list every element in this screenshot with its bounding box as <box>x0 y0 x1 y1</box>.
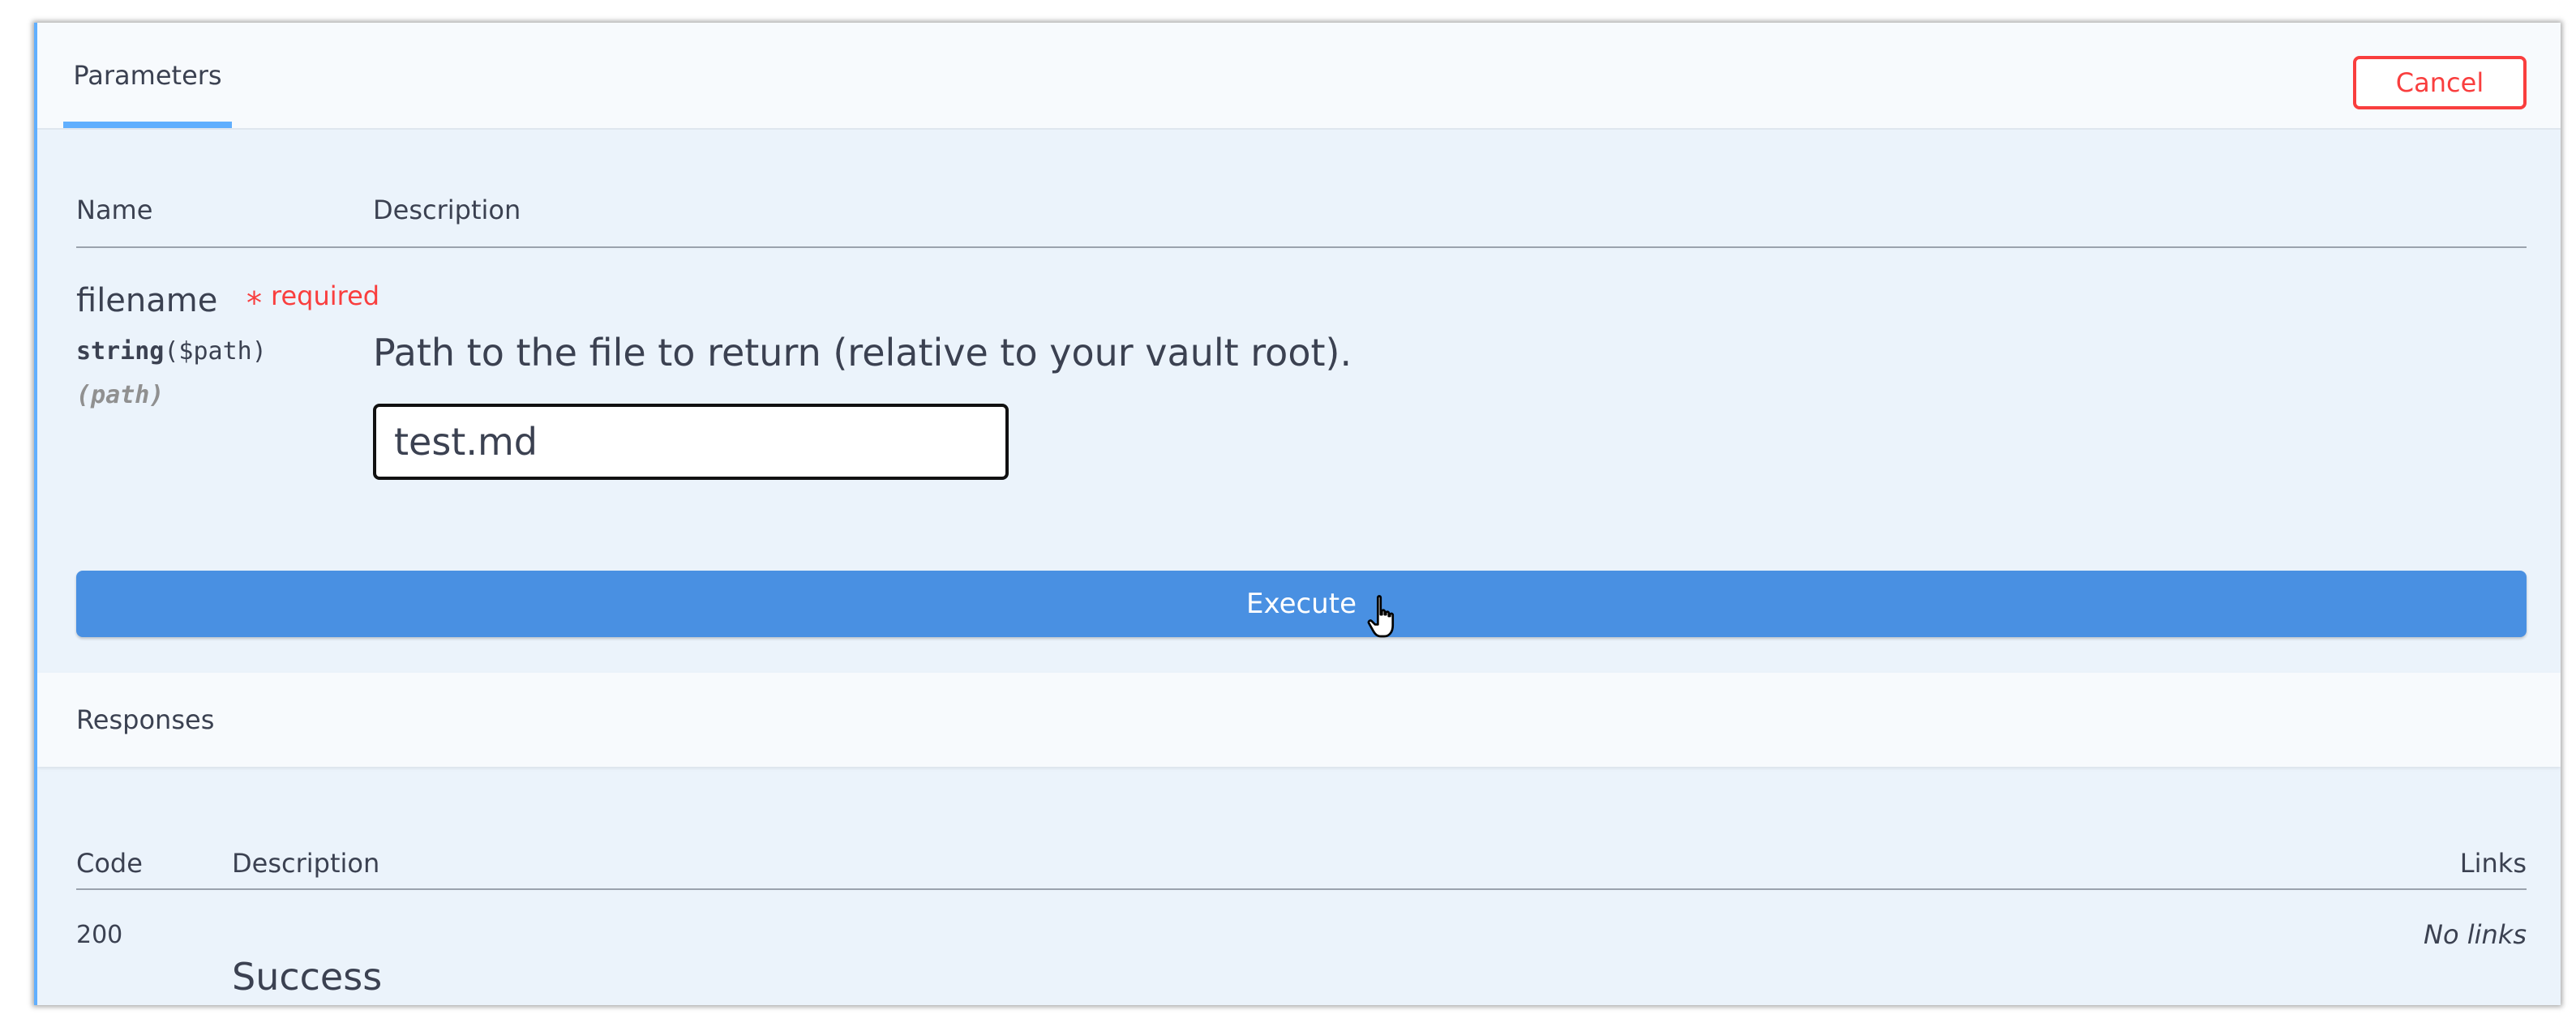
responses-header-description: Description <box>232 848 380 879</box>
parameter-format: ($path) <box>164 337 267 366</box>
parameter-description: Path to the file to return (relative to … <box>373 331 1352 374</box>
cancel-button[interactable]: Cancel <box>2353 56 2527 109</box>
hand-pointer-icon <box>1367 595 1395 638</box>
response-description: Success <box>232 955 383 999</box>
responses-title: Responses <box>76 704 215 735</box>
parameters-header-name: Name <box>76 195 153 225</box>
responses-header-links: Links <box>2459 848 2527 879</box>
parameter-location: (path) <box>76 381 165 409</box>
required-asterisk: * <box>246 285 262 321</box>
filename-input[interactable] <box>373 404 1009 480</box>
parameters-header-divider <box>76 246 2527 248</box>
response-links: No links <box>2424 919 2527 950</box>
tab-parameters[interactable]: Parameters <box>63 23 232 128</box>
responses-section-header: Responses <box>37 673 2561 767</box>
responses-header-code: Code <box>76 848 143 879</box>
parameter-type-name: string <box>76 337 165 366</box>
responses-header-divider <box>76 888 2527 890</box>
response-code: 200 <box>76 921 123 949</box>
execute-button[interactable]: Execute <box>76 571 2527 637</box>
parameters-header-description: Description <box>373 195 521 225</box>
required-label: required <box>271 280 380 311</box>
parameters-tab-bar: Parameters Cancel <box>37 23 2561 130</box>
parameter-type: string($path) <box>76 337 267 366</box>
parameter-name: filename <box>76 282 218 319</box>
operation-panel: Parameters Cancel Name Description filen… <box>34 23 2561 1005</box>
